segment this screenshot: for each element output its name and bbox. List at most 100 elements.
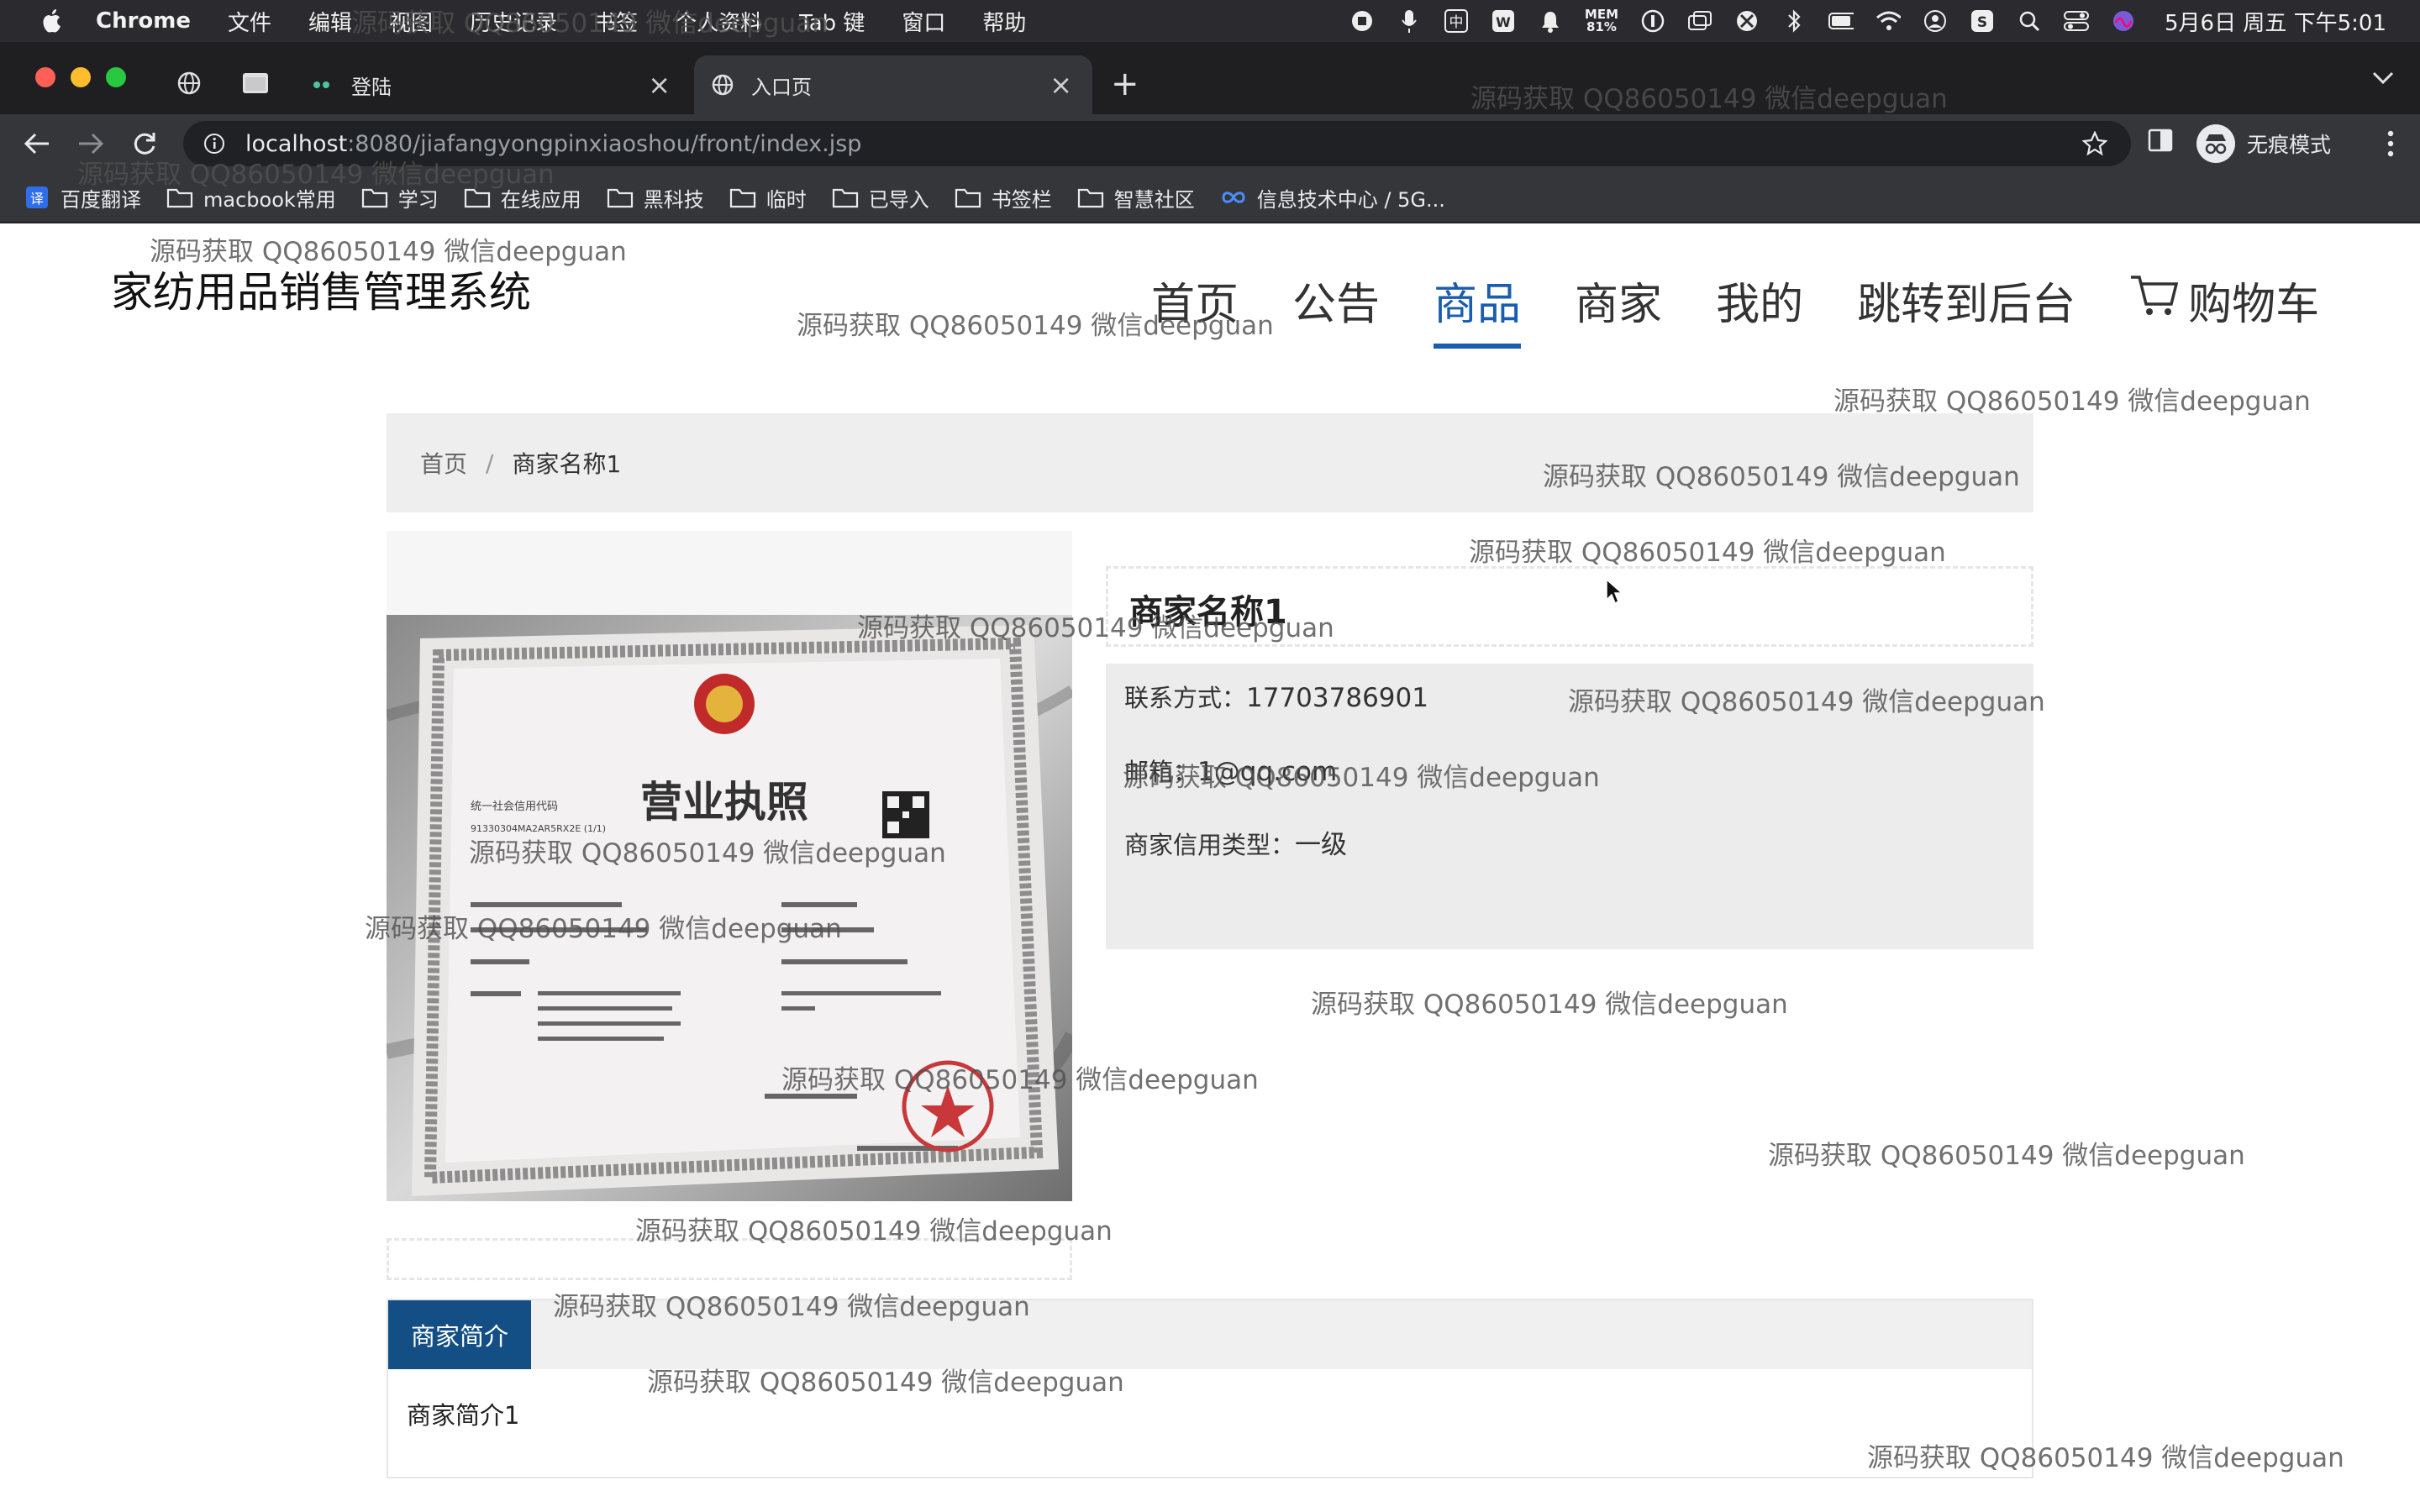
nav-notice[interactable]: 公告 bbox=[1292, 269, 1380, 344]
site-info-icon[interactable] bbox=[202, 131, 227, 156]
merchant-name: 商家名称1 bbox=[1129, 593, 1287, 632]
bookmark-label: 临时 bbox=[765, 187, 807, 212]
tab-login[interactable]: 登陆 × bbox=[296, 55, 691, 114]
stop-record-icon[interactable] bbox=[1349, 8, 1375, 34]
bluetooth-icon[interactable] bbox=[1781, 8, 1807, 34]
back-arrow-icon[interactable] bbox=[20, 127, 54, 160]
business-license-image[interactable]: 营业执照 统一社会信用代码 91330304MA2AR5RX2E (1/1) bbox=[387, 615, 1072, 1201]
chrome-menu-icon[interactable] bbox=[2386, 129, 2395, 161]
nav-admin[interactable]: 跳转到后台 bbox=[1857, 269, 2075, 344]
email-value: 1@qq.com bbox=[1197, 757, 1338, 787]
bookmark-folder-tech[interactable]: 黑科技 bbox=[607, 183, 704, 213]
bookmark-folder-online-apps[interactable]: 在线应用 bbox=[464, 183, 581, 213]
apple-icon[interactable] bbox=[37, 7, 66, 35]
side-panel-icon[interactable] bbox=[2148, 128, 2173, 156]
watermark-text: 源码获取 QQ86050149 微信deepguan bbox=[1311, 990, 1788, 1020]
folder-icon bbox=[607, 186, 634, 208]
tab-search-chevron-icon[interactable] bbox=[2371, 71, 2395, 89]
forward-arrow-icon[interactable] bbox=[74, 127, 108, 160]
bookmark-label: 智慧社区 bbox=[1113, 187, 1195, 212]
bookmark-folder-macbook[interactable]: macbook常用 bbox=[166, 183, 336, 213]
close-window-button[interactable] bbox=[35, 67, 55, 87]
user-account-icon[interactable] bbox=[1923, 8, 1948, 34]
incognito-profile-button[interactable]: 无痕模式 bbox=[2196, 121, 2331, 166]
tab-globe-icon bbox=[711, 73, 734, 97]
breadcrumb-home[interactable]: 首页 bbox=[420, 446, 467, 480]
bookmark-label: 信息技术中心 / 5G... bbox=[1256, 187, 1445, 212]
menu-help[interactable]: 帮助 bbox=[982, 6, 1026, 37]
bookmark-folder-bookmarks-bar[interactable]: 书签栏 bbox=[955, 183, 1052, 213]
watermark-text: 源码获取 QQ86050149 微信deepguan bbox=[1768, 1141, 2245, 1171]
input-method-icon[interactable]: 中 bbox=[1444, 8, 1469, 34]
bookmark-folder-imported[interactable]: 已导入 bbox=[832, 183, 929, 213]
bookmark-baidu-translate[interactable]: 译 百度翻译 bbox=[24, 183, 141, 213]
app-s-icon[interactable]: S bbox=[1970, 8, 1995, 34]
bookmark-star-icon[interactable] bbox=[2081, 130, 2108, 160]
wifi-icon[interactable] bbox=[1876, 8, 1901, 34]
microphone-icon[interactable] bbox=[1397, 8, 1422, 34]
bookmark-label: 学习 bbox=[397, 187, 439, 212]
tab-merchant-intro[interactable]: 商家简介 bbox=[388, 1300, 531, 1369]
phone-value: 17703786901 bbox=[1246, 683, 1428, 713]
license-code: 91330304MA2AR5RX2E (1/1) bbox=[471, 823, 606, 834]
folder-icon bbox=[832, 186, 859, 208]
wps-icon[interactable]: W bbox=[1491, 8, 1516, 34]
window-controls bbox=[35, 67, 126, 87]
bookmark-label: 已导入 bbox=[868, 187, 929, 212]
nav-cart[interactable]: 购物车 bbox=[2129, 269, 2319, 332]
bookmark-label: 在线应用 bbox=[500, 187, 581, 212]
bookmark-it-center[interactable]: 信息技术中心 / 5G... bbox=[1220, 183, 1445, 213]
url-host: localhost bbox=[245, 130, 348, 157]
watermark-text: 源码获取 QQ86050149 微信deepguan bbox=[1833, 386, 2311, 417]
folder-icon bbox=[166, 186, 193, 208]
menu-bookmarks[interactable]: 书签 bbox=[594, 6, 638, 37]
merchant-email-row: 邮箱：1@qq.com bbox=[1124, 753, 1337, 788]
url-path: :8080/jiafangyongpinxiaoshou/front/index… bbox=[347, 130, 862, 157]
new-tab-icon[interactable]: + bbox=[1111, 67, 1139, 101]
breadcrumb-separator: / bbox=[486, 449, 494, 477]
menu-history[interactable]: 历史记录 bbox=[470, 6, 557, 37]
folder-icon bbox=[464, 186, 491, 208]
onepassword-icon[interactable] bbox=[1640, 8, 1665, 34]
close-tab-icon[interactable]: × bbox=[648, 69, 671, 101]
nav-home[interactable]: 首页 bbox=[1151, 269, 1239, 344]
minimize-window-button[interactable] bbox=[71, 67, 91, 87]
reload-icon[interactable] bbox=[128, 127, 161, 160]
network-tool-icon[interactable] bbox=[1734, 8, 1760, 34]
siri-icon[interactable] bbox=[2111, 8, 2136, 34]
address-bar[interactable]: localhost:8080/jiafangyongpinxiaoshou/fr… bbox=[183, 121, 2131, 166]
menu-edit[interactable]: 编辑 bbox=[308, 6, 352, 37]
windows-icon[interactable] bbox=[1687, 8, 1712, 34]
bookmark-folder-study[interactable]: 学习 bbox=[361, 183, 439, 213]
pinned-tab-page-icon[interactable] bbox=[242, 72, 269, 97]
bookmark-folder-temp[interactable]: 临时 bbox=[729, 183, 807, 213]
close-tab-icon[interactable]: × bbox=[1050, 69, 1072, 101]
pinned-tab-globe-icon[interactable] bbox=[176, 71, 202, 99]
menu-view[interactable]: 视图 bbox=[389, 6, 433, 37]
cart-icon bbox=[2129, 272, 2179, 328]
translate-icon: 译 bbox=[24, 186, 50, 208]
folder-icon bbox=[729, 186, 756, 208]
menu-file[interactable]: 文件 bbox=[228, 6, 271, 37]
battery-icon[interactable] bbox=[1828, 8, 1854, 34]
menubar-clock[interactable]: 5月6日 周五 下午5:01 bbox=[2165, 6, 2386, 37]
control-center-icon[interactable] bbox=[2064, 8, 2089, 34]
nav-mine[interactable]: 我的 bbox=[1716, 269, 1803, 344]
merchant-phone-row: 联系方式：17703786901 bbox=[1124, 679, 1428, 714]
notification-bell-icon[interactable] bbox=[1538, 8, 1563, 34]
nav-products[interactable]: 商品 bbox=[1434, 269, 1522, 349]
tab-entry-page[interactable]: 入口页 × bbox=[694, 55, 1092, 114]
zoom-window-button[interactable] bbox=[106, 67, 126, 87]
menu-profiles[interactable]: 个人资料 bbox=[675, 6, 762, 37]
menu-app-name[interactable]: Chrome bbox=[96, 8, 191, 34]
nav-merchants[interactable]: 商家 bbox=[1575, 269, 1662, 344]
mouse-cursor-icon bbox=[1605, 578, 1625, 610]
menu-tab[interactable]: Tab 键 bbox=[799, 6, 865, 37]
menu-window[interactable]: 窗口 bbox=[902, 6, 945, 37]
memory-indicator[interactable]: MEM 81% bbox=[1585, 8, 1618, 34]
url-text[interactable]: localhost:8080/jiafangyongpinxiaoshou/fr… bbox=[245, 131, 861, 157]
svg-text:S: S bbox=[1977, 14, 1987, 31]
spotlight-search-icon[interactable] bbox=[2017, 8, 2042, 34]
bookmark-folder-smart-community[interactable]: 智慧社区 bbox=[1077, 183, 1195, 213]
incognito-icon bbox=[2196, 124, 2235, 163]
